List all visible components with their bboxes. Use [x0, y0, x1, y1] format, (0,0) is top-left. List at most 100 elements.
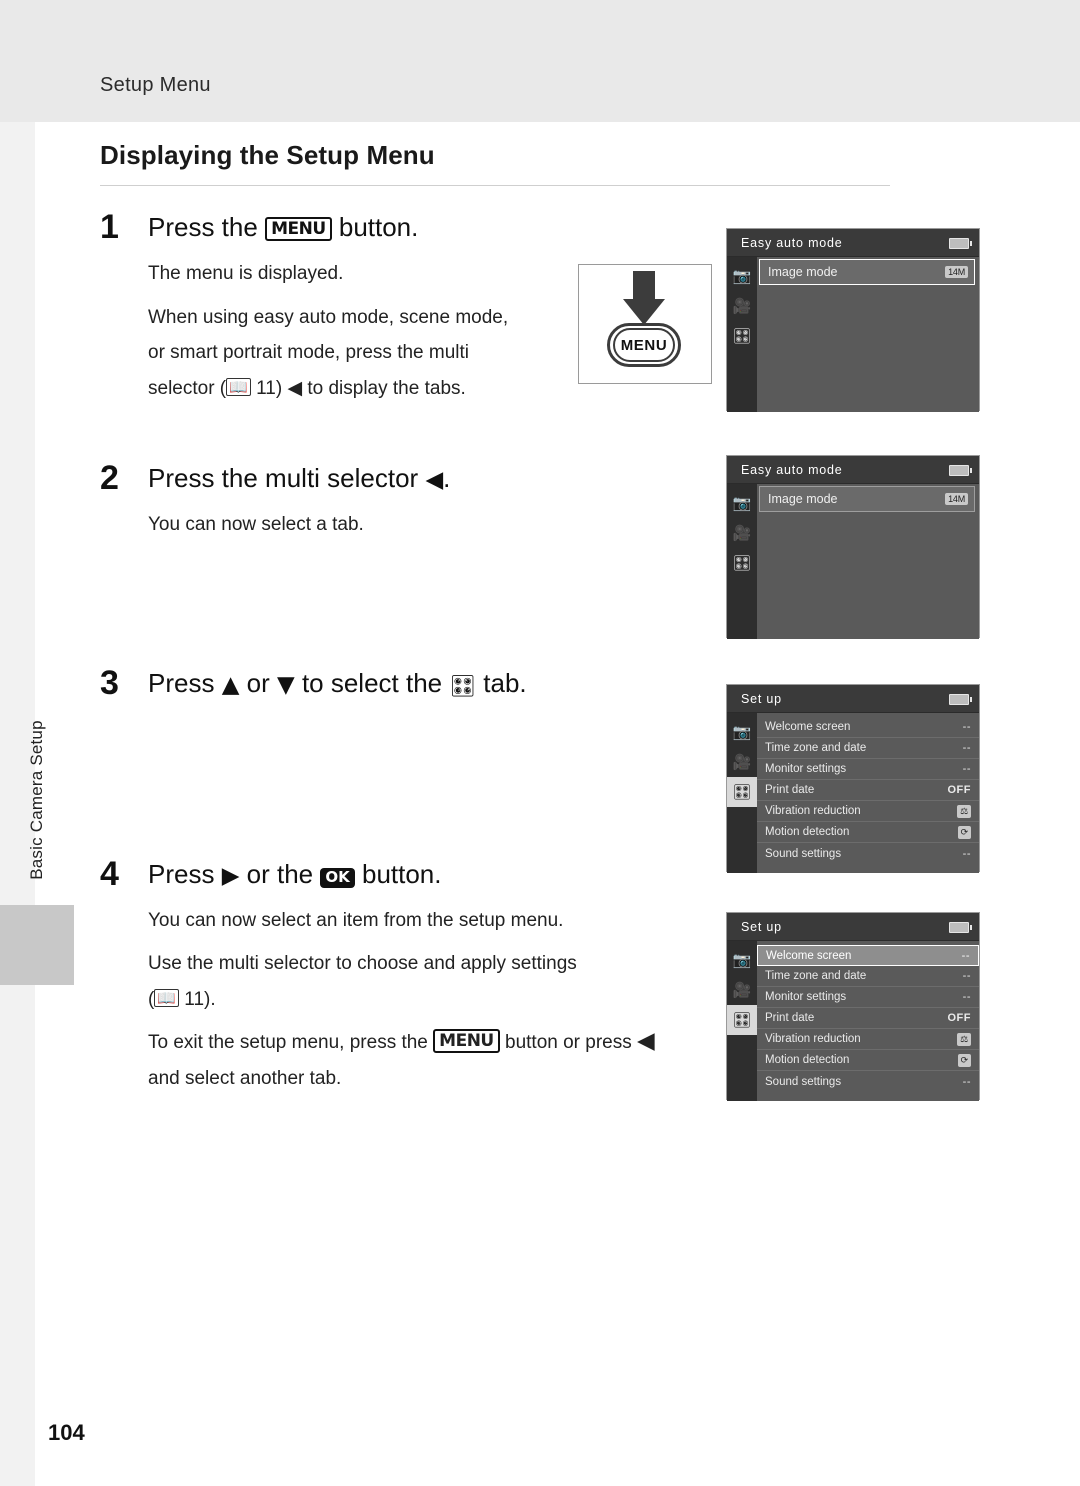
- battery-icon-2: [949, 465, 972, 476]
- step-2-heading-after: .: [443, 462, 451, 493]
- tab-camera-icon-3[interactable]: 📷: [727, 717, 757, 747]
- chapter-side-label: Basic Camera Setup: [27, 720, 46, 880]
- tab-wrench-icon-4[interactable]: 🎛: [727, 1005, 757, 1035]
- screen-4-row-printdate-value: OFF: [947, 1012, 971, 1024]
- step-4-line-2b: (📖 11).: [148, 985, 768, 1014]
- screen-2-title: Easy auto mode: [727, 456, 979, 484]
- screen-4-list: Welcome screen -- Time zone and date -- …: [757, 941, 979, 1101]
- tab-wrench-icon-2[interactable]: 🎛: [727, 548, 757, 578]
- screen-3-row-motion[interactable]: Motion detection ⟳: [757, 822, 979, 843]
- screen-3-row-welcome-label: Welcome screen: [765, 721, 851, 733]
- screen-4-row-monitor-label: Monitor settings: [765, 991, 847, 1003]
- screen-4-row-timezone-label: Time zone and date: [765, 970, 867, 982]
- screen-4-row-timezone[interactable]: Time zone and date --: [757, 966, 979, 987]
- step-4-heading-post: button.: [361, 858, 442, 889]
- step-1-sel-pre: selector (: [148, 377, 227, 399]
- screen-3-row-timezone-value: --: [962, 742, 971, 754]
- step-3-heading-post: tab.: [483, 667, 527, 698]
- step-4-ref-post: ).: [204, 988, 216, 1010]
- header-band: [0, 0, 1080, 122]
- screen-4-row-sound-value: --: [962, 1075, 971, 1088]
- step-1-heading-before: Press the: [148, 212, 258, 242]
- step-3-heading-mid: to select the: [301, 667, 443, 698]
- tab-movie-icon-4[interactable]: 🎥: [727, 975, 757, 1005]
- right-arrow-icon: ▶: [221, 862, 240, 889]
- screen-1-list: Image mode 14M: [757, 257, 979, 412]
- screen-2-row-label: Image mode: [768, 492, 838, 506]
- page-number: 104: [48, 1420, 85, 1445]
- screen-4-row-sound[interactable]: Sound settings --: [757, 1071, 979, 1092]
- step-2-body: You can now select a tab.: [148, 510, 708, 539]
- left-arrow-icon-3: ◀: [637, 1028, 655, 1055]
- screen-2-row-image-mode[interactable]: Image mode 14M: [759, 486, 975, 512]
- screen-4-row-printdate[interactable]: Print date OFF: [757, 1008, 979, 1029]
- screen-4-row-welcome-value: --: [961, 949, 970, 962]
- screen-3-tabs: 📷 🎥 🎛: [727, 713, 757, 873]
- ok-button-icon: OK: [320, 867, 355, 888]
- manual-page: Basic Camera Setup Setup Menu Displaying…: [0, 0, 1080, 1486]
- tab-movie-icon-3[interactable]: 🎥: [727, 747, 757, 777]
- tab-camera-icon-4[interactable]: 📷: [727, 945, 757, 975]
- image-size-badge: 14M: [945, 266, 968, 278]
- step-3-heading-pre: Press: [148, 667, 215, 698]
- tab-movie-icon[interactable]: 🎥: [727, 291, 757, 321]
- step-4-body: You can now select an item from the setu…: [148, 906, 768, 1093]
- tab-wrench-icon-3[interactable]: 🎛: [727, 777, 757, 807]
- screen-1-title: Easy auto mode: [727, 229, 979, 257]
- vr-icon: ⚖: [957, 804, 971, 818]
- step-1-number: 1: [100, 208, 119, 246]
- left-arrow-icon-2: ◀: [425, 466, 444, 493]
- screen-2-tabs: 📷 🎥 🎛: [727, 484, 757, 639]
- menu-button-label: MENU: [613, 328, 675, 362]
- screen-3-row-printdate[interactable]: Print date OFF: [757, 780, 979, 801]
- step-3-number: 3: [100, 663, 119, 702]
- tab-wrench-icon[interactable]: 🎛: [727, 321, 757, 351]
- screen-2-title-text: Easy auto mode: [741, 462, 843, 477]
- screen-4-row-sound-label: Sound settings: [765, 1075, 842, 1088]
- screen-4-title-text: Set up: [741, 919, 782, 934]
- tab-movie-icon-2[interactable]: 🎥: [727, 518, 757, 548]
- screen-3-row-sound[interactable]: Sound settings --: [757, 843, 979, 864]
- screen-4-title: Set up: [727, 913, 979, 941]
- screen-4: Set up 📷 🎥 🎛 Welcome screen -- Time zone…: [726, 912, 980, 1101]
- screen-4-row-motion-label: Motion detection: [765, 1054, 850, 1066]
- screen-3-row-sound-value: --: [962, 847, 971, 860]
- left-arrow-icon: ◀: [287, 376, 303, 399]
- screen-1-body: 📷 🎥 🎛 Image mode 14M: [727, 257, 979, 412]
- screen-1: Easy auto mode 📷 🎥 🎛 Image mode 14M: [726, 228, 980, 412]
- screen-3-row-welcome[interactable]: Welcome screen --: [757, 717, 979, 738]
- step-4-exit-mid: button or press: [505, 1032, 632, 1054]
- step-1-sel-ref: 11: [256, 377, 276, 399]
- screen-3-row-sound-label: Sound settings: [765, 847, 842, 860]
- screen-3-row-motion-label: Motion detection: [765, 826, 850, 838]
- screen-3-row-timezone[interactable]: Time zone and date --: [757, 738, 979, 759]
- screen-4-row-motion[interactable]: Motion detection ⟳: [757, 1050, 979, 1071]
- title-divider: [100, 185, 890, 186]
- screen-3-body: 📷 🎥 🎛 Welcome screen -- Time zone and da…: [727, 713, 979, 873]
- step-2-heading-before: Press the multi selector: [148, 462, 419, 493]
- wrench-icon: 🎛: [449, 673, 477, 698]
- step-4-line-1: You can now select an item from the setu…: [148, 909, 564, 931]
- screen-3-row-monitor-value: --: [962, 763, 971, 775]
- screen-3-row-monitor-label: Monitor settings: [765, 763, 847, 775]
- step-4-heading-mid: or the: [246, 858, 314, 889]
- screen-4-row-monitor-value: --: [962, 991, 971, 1003]
- motion-icon-2: ⟳: [957, 1053, 971, 1067]
- screen-2-body: 📷 🎥 🎛 Image mode 14M: [727, 484, 979, 639]
- tab-camera-icon-2[interactable]: 📷: [727, 488, 757, 518]
- screen-4-row-printdate-label: Print date: [765, 1012, 815, 1024]
- screen-3: Set up 📷 🎥 🎛 Welcome screen -- Time zone…: [726, 684, 980, 873]
- down-arrow-head: [623, 299, 665, 325]
- screen-1-row-image-mode[interactable]: Image mode 14M: [759, 259, 975, 285]
- step-4-line-3a: To exit the setup menu, press the MENU b…: [148, 1028, 768, 1057]
- tab-camera-icon[interactable]: 📷: [727, 261, 757, 291]
- screen-4-row-welcome[interactable]: Welcome screen --: [757, 945, 979, 966]
- step-1-sel-post: to display the tabs.: [307, 377, 466, 399]
- step-3-heading-or: or: [246, 667, 270, 698]
- screen-3-row-monitor[interactable]: Monitor settings --: [757, 759, 979, 780]
- screen-4-row-monitor[interactable]: Monitor settings --: [757, 987, 979, 1008]
- screen-3-row-vr[interactable]: Vibration reduction ⚖: [757, 801, 979, 822]
- image-size-badge-2: 14M: [945, 493, 968, 505]
- screen-4-row-vr[interactable]: Vibration reduction ⚖: [757, 1029, 979, 1050]
- screen-2: Easy auto mode 📷 🎥 🎛 Image mode 14M: [726, 455, 980, 639]
